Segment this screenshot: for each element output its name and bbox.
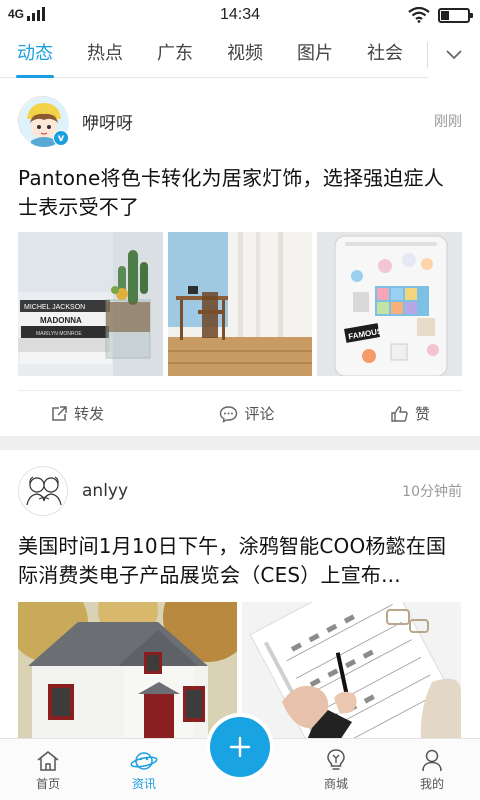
chevron-down-icon: [446, 50, 462, 60]
svg-text:MADONNA: MADONNA: [40, 316, 82, 325]
tab-shipin[interactable]: 视频: [210, 32, 280, 78]
post-image-fridge-magnets[interactable]: FAMOUS: [317, 232, 463, 376]
battery-icon: [438, 7, 473, 23]
lightbulb-icon: [327, 749, 345, 770]
share-icon: [52, 405, 67, 421]
avatar[interactable]: v: [18, 96, 69, 147]
nav-mine-label: 我的: [419, 777, 444, 791]
nav-shop[interactable]: 商城: [288, 739, 384, 800]
post-image-house[interactable]: [18, 602, 237, 752]
post-image-notebook-writing[interactable]: [242, 602, 461, 752]
svg-text:MARILYN MONROE: MARILYN MONROE: [36, 331, 82, 337]
nav-shop-label: 商城: [323, 777, 348, 791]
nav-home-label: 首页: [35, 777, 60, 791]
feed-divider: [0, 436, 480, 450]
feed-post[interactable]: v 咿呀呀 刚刚 Pantone将色卡转化为居家灯饰，选择强迫症人士表示受不了 …: [0, 78, 480, 436]
tab-guangdong[interactable]: 广东: [140, 32, 210, 78]
wifi-icon: [408, 7, 430, 23]
create-post-button[interactable]: [210, 717, 270, 777]
like-label: 赞: [414, 405, 430, 423]
svg-text:MICHEL JACKSON: MICHEL JACKSON: [24, 304, 85, 311]
post-actions: 转发 评论 赞: [18, 390, 462, 436]
tab-tupian[interactable]: 图片: [280, 32, 350, 78]
nav-mine[interactable]: 我的: [384, 739, 480, 800]
share-button[interactable]: 转发: [50, 403, 104, 424]
post-username[interactable]: anlyy: [82, 481, 128, 501]
category-tabs: 动态 热点 广东 视频 图片 社会: [0, 32, 480, 78]
like-button[interactable]: 赞: [390, 403, 430, 424]
verified-badge-icon: v: [53, 130, 69, 146]
post-time: 刚刚: [434, 114, 462, 130]
nav-news-label: 资讯: [131, 777, 156, 791]
tab-redian[interactable]: 热点: [70, 32, 140, 78]
tabs-more-button[interactable]: [428, 32, 480, 78]
comment-label: 评论: [244, 405, 275, 423]
post-time: 10分钟前: [402, 484, 462, 500]
post-images: MICHEL JACKSON MADONNA MARILYN MONROE FA…: [18, 232, 463, 376]
post-username[interactable]: 咿呀呀: [82, 109, 133, 134]
comment-icon: [220, 405, 238, 423]
planet-icon: [130, 752, 158, 770]
plus-icon: [229, 736, 251, 758]
tab-dongtai[interactable]: 动态: [0, 32, 70, 78]
share-label: 转发: [74, 405, 105, 423]
feed-post[interactable]: anlyy 10分钟前 美国时间1月10日下午，涂鸦智能COO杨懿在国际消费类电…: [0, 450, 480, 752]
home-icon: [37, 751, 59, 771]
comment-button[interactable]: 评论: [219, 403, 275, 424]
nav-home[interactable]: 首页: [0, 739, 96, 800]
status-bar: 4G 14:34: [0, 0, 480, 32]
post-image-room-chair[interactable]: [167, 232, 313, 376]
thumbs-up-icon: [391, 405, 408, 422]
post-image-books-cactus[interactable]: MICHEL JACKSON MADONNA MARILYN MONROE: [18, 232, 163, 376]
bottom-nav: 首页 资讯 商城 我的: [0, 717, 480, 800]
nav-news[interactable]: 资讯: [96, 739, 192, 800]
person-icon: [422, 749, 442, 772]
post-title[interactable]: 美国时间1月10日下午，涂鸦智能COO杨懿在国际消费类电子产品展览会（CES）上…: [18, 532, 462, 590]
post-title[interactable]: Pantone将色卡转化为居家灯饰，选择强迫症人士表示受不了: [18, 164, 462, 222]
avatar[interactable]: [18, 466, 68, 516]
